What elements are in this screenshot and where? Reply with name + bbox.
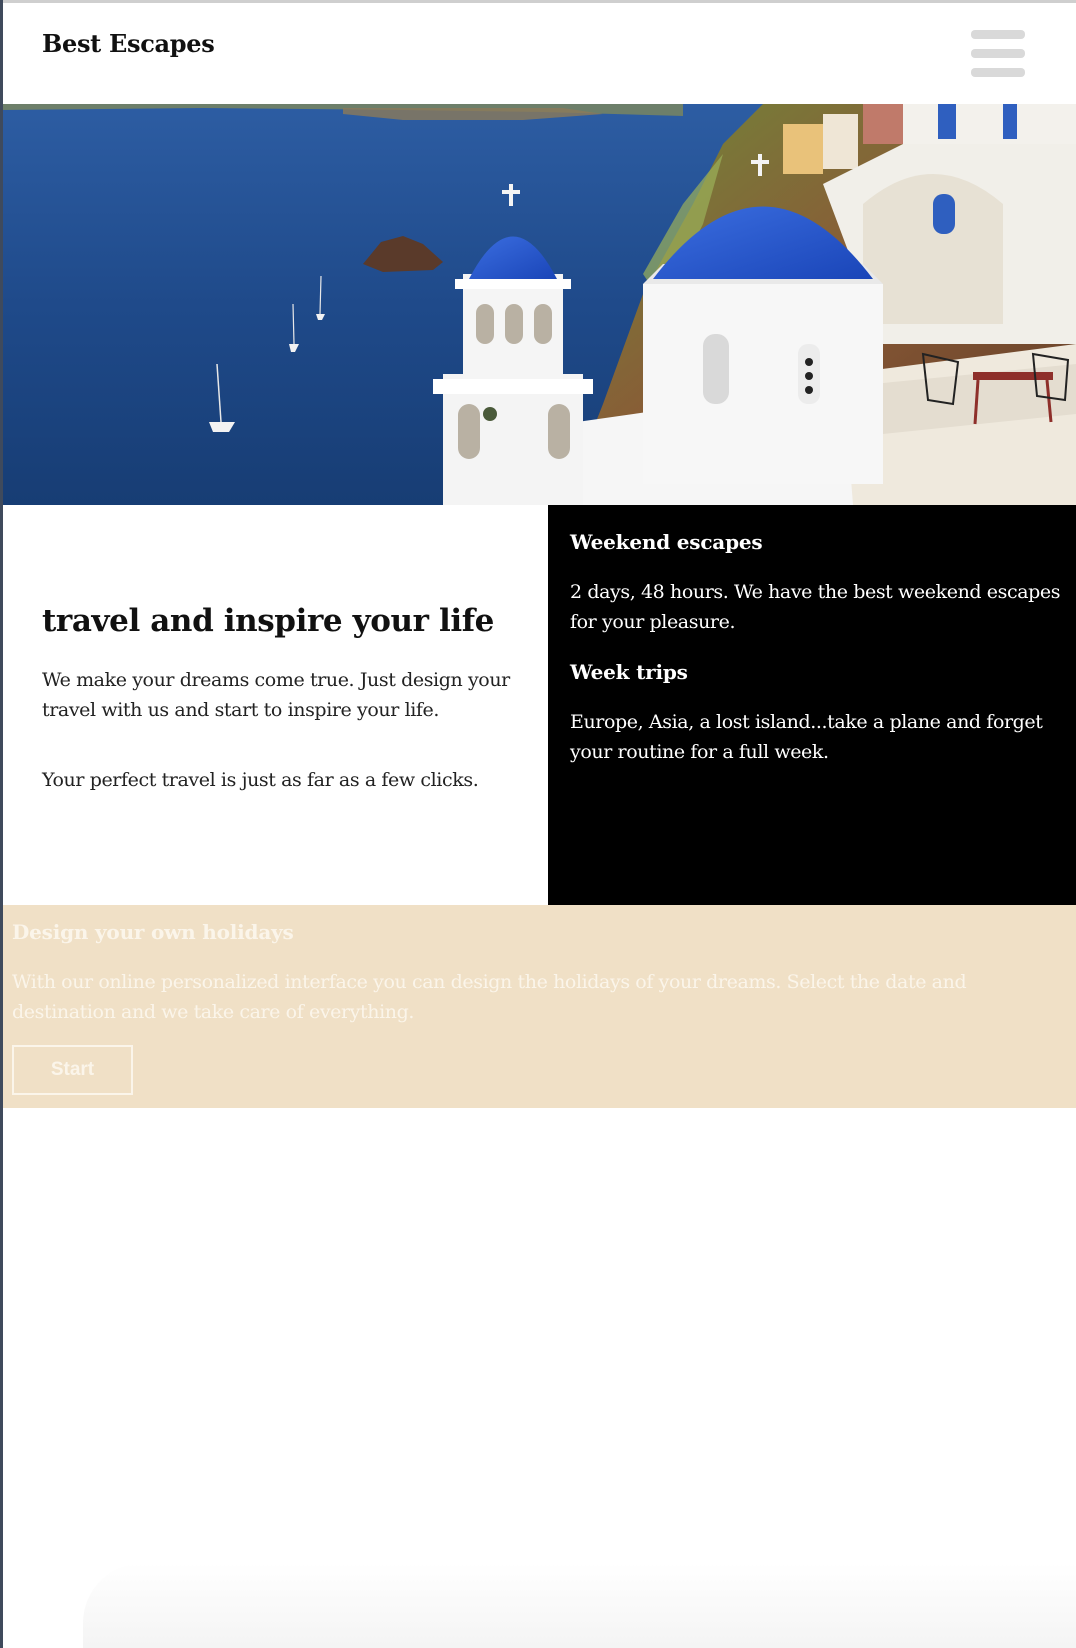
page: Best Escapes travel and inspire your lif… [3, 3, 1076, 1648]
brand-logo[interactable]: Best Escapes [42, 29, 215, 58]
design-holidays-text: With our online personalized interface y… [12, 971, 967, 1023]
intro-paragraph: Your perfect travel is just as far as a … [42, 769, 479, 791]
design-holidays-section: Design your own holidays With our online… [3, 905, 1076, 1108]
weekend-escapes-heading: Weekend escapes [570, 530, 763, 554]
site-header: Best Escapes [3, 3, 1076, 104]
week-trips-heading: Week trips [570, 660, 688, 684]
design-holidays-heading: Design your own holidays [12, 920, 294, 944]
trips-panel: Weekend escapes 2 days, 48 hours. We hav… [548, 505, 1076, 905]
intro-section: travel and inspire your life We make you… [3, 505, 548, 905]
week-trips-text: Europe, Asia, a lost island...take a pla… [570, 711, 1043, 763]
menu-bar [971, 30, 1025, 39]
bottom-shadow [83, 1563, 1076, 1648]
menu-bar [971, 49, 1025, 58]
intro-paragraph: We make your dreams come true. Just desi… [42, 669, 510, 721]
weekend-escapes-text: 2 days, 48 hours. We have the best weeke… [570, 581, 1061, 633]
intro-title: travel and inspire your life [42, 603, 494, 639]
hero-image [3, 104, 1076, 505]
start-button[interactable]: Start [12, 1045, 133, 1095]
hamburger-menu-icon[interactable] [971, 30, 1027, 80]
menu-bar [971, 68, 1025, 77]
